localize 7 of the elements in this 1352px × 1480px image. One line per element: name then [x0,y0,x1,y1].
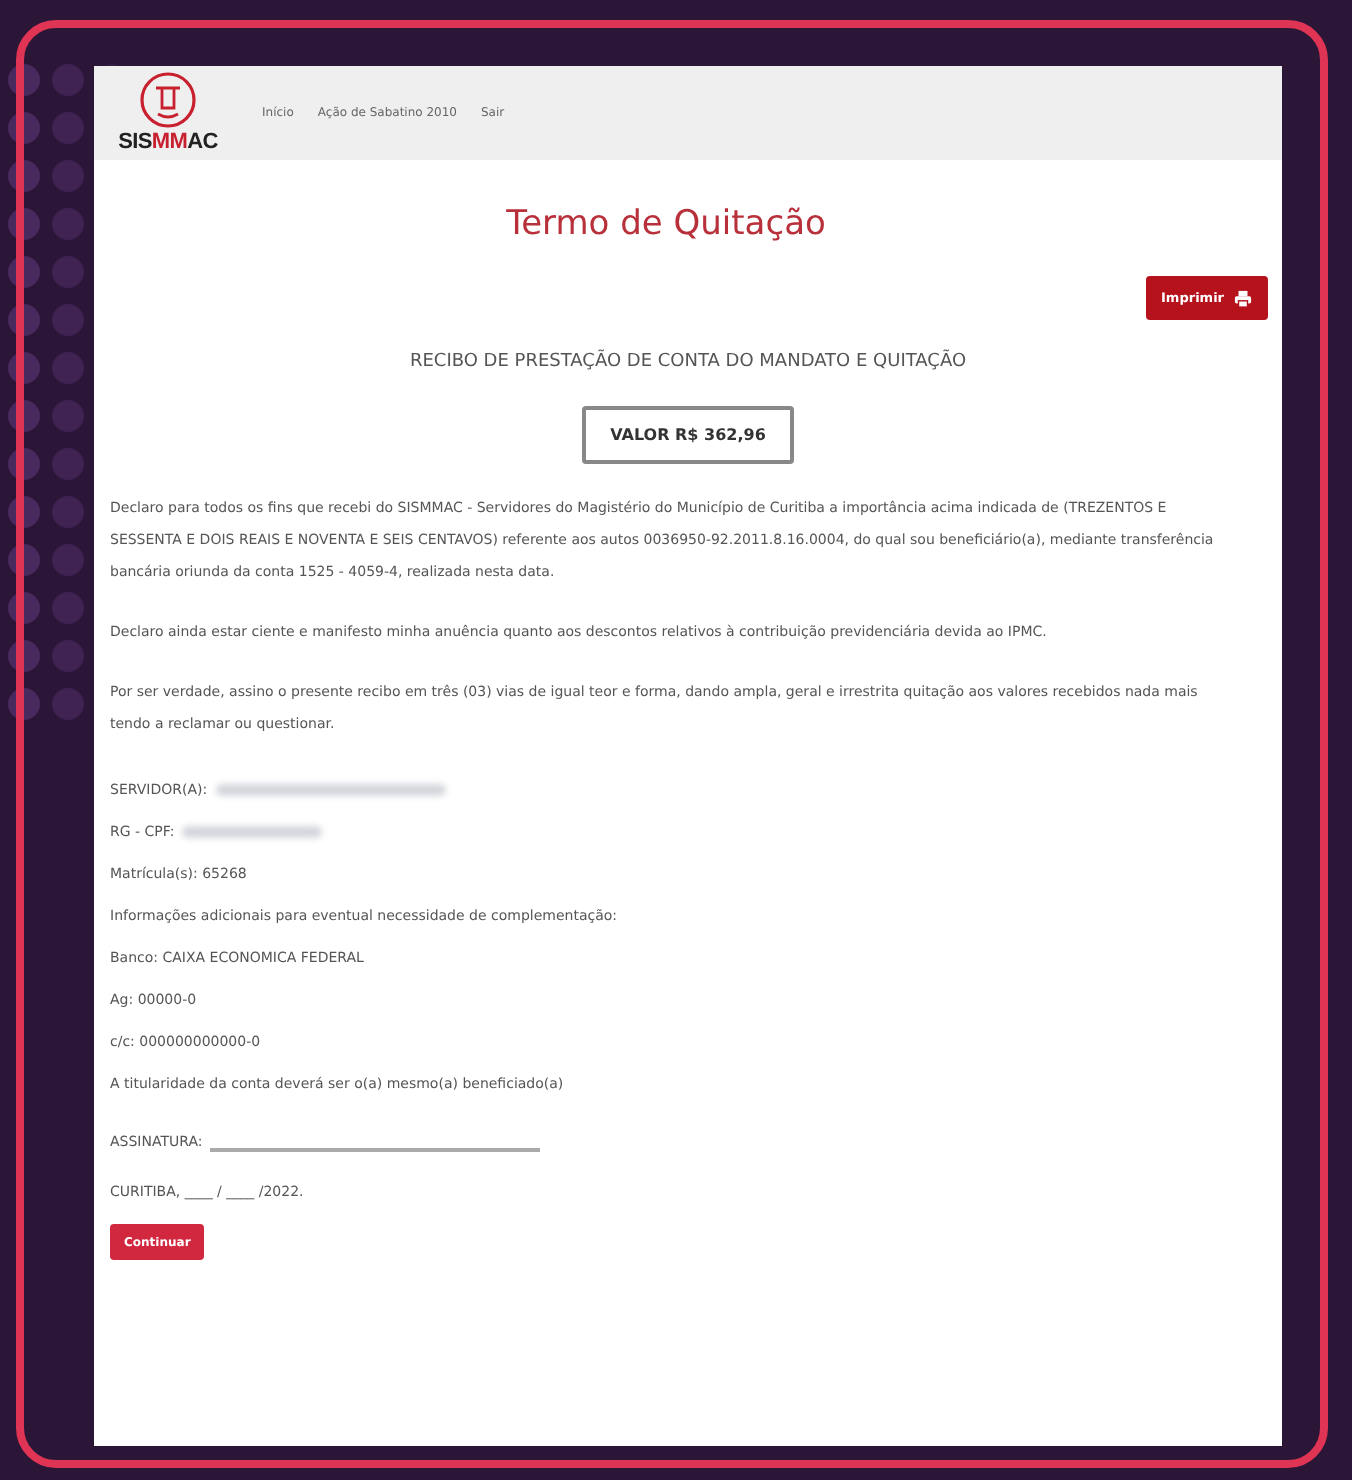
receipt-heading: RECIBO DE PRESTAÇÃO DE CONTA DO MANDATO E QUITAÇÃO [409,352,967,372]
amount-box: VALOR R$ 362,96 [582,406,794,464]
page-title: Termo de Quitação [506,204,826,244]
logo-text: SISMMAC [118,130,218,154]
logo-icon [138,70,198,130]
redacted-value [182,825,323,837]
printer-icon [1234,289,1252,307]
